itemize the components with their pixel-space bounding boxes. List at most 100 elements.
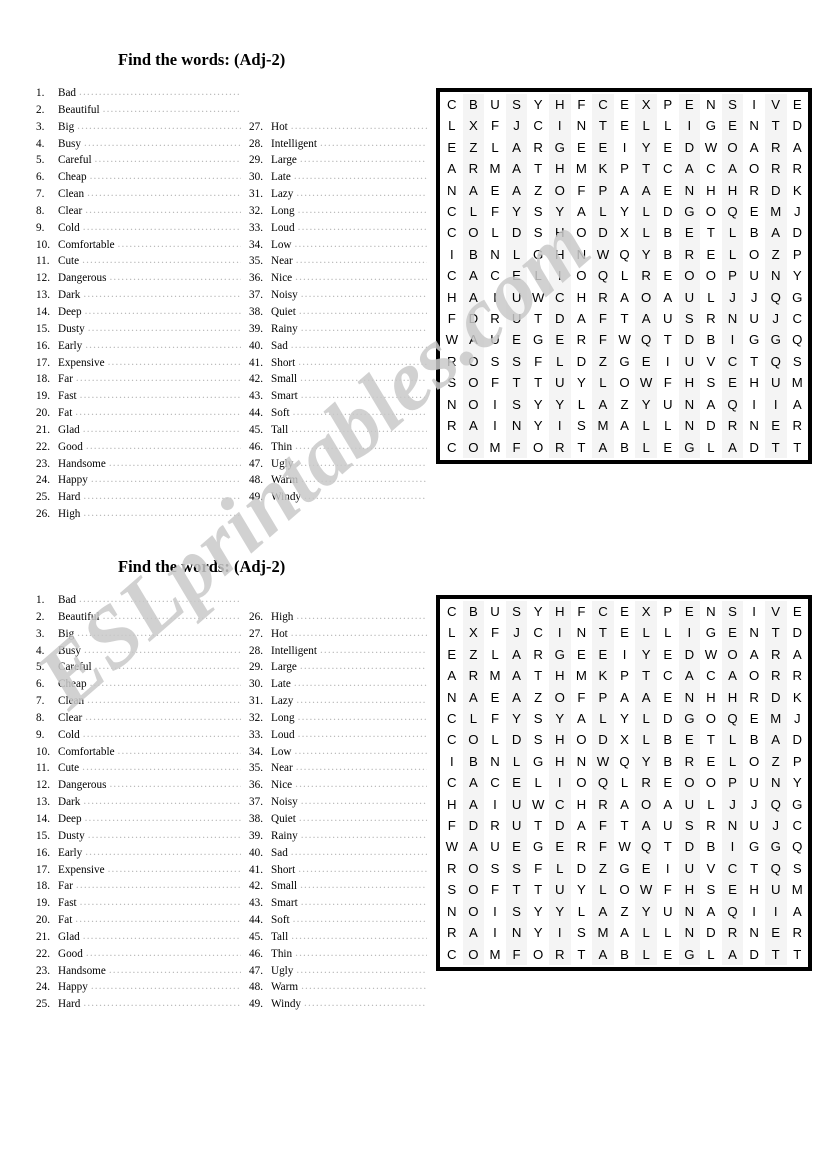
grid-cell[interactable]: W — [635, 372, 657, 394]
grid-cell[interactable]: I — [721, 836, 744, 858]
grid-cell[interactable]: E — [441, 644, 463, 665]
grid-cell[interactable]: P — [592, 179, 614, 202]
grid-cell[interactable]: L — [614, 772, 636, 793]
grid-cell[interactable]: G — [787, 794, 809, 815]
grid-cell[interactable]: A — [657, 794, 679, 815]
grid-cell[interactable]: F — [484, 879, 506, 900]
grid-cell[interactable]: G — [614, 858, 636, 879]
grid-cell[interactable]: D — [787, 115, 809, 136]
grid-cell[interactable]: F — [657, 879, 679, 900]
grid-cell[interactable]: E — [505, 836, 528, 858]
grid-cell[interactable]: A — [592, 393, 614, 416]
grid-cell[interactable]: C — [484, 265, 506, 286]
grid-cell[interactable]: W — [614, 836, 636, 857]
grid-cell[interactable]: O — [635, 793, 657, 816]
grid-cell[interactable]: T — [527, 665, 549, 686]
grid-cell[interactable]: U — [743, 772, 765, 793]
grid-cell[interactable]: N — [571, 751, 593, 772]
grid-cell[interactable]: L — [462, 201, 485, 223]
grid-cell[interactable]: W — [441, 836, 463, 857]
grid-cell[interactable]: P — [657, 601, 679, 622]
grid-cell[interactable]: S — [527, 708, 549, 729]
grid-cell[interactable]: E — [484, 180, 506, 201]
grid-cell[interactable]: Z — [527, 687, 549, 708]
grid-cell[interactable]: D — [700, 922, 722, 943]
grid-cell[interactable]: Y — [505, 708, 528, 730]
grid-cell[interactable]: U — [484, 94, 506, 115]
grid-cell[interactable]: B — [700, 836, 722, 857]
grid-cell[interactable]: T — [614, 815, 636, 836]
grid-cell[interactable]: A — [614, 922, 636, 943]
grid-cell[interactable]: D — [678, 136, 701, 159]
grid-cell[interactable]: O — [743, 665, 765, 686]
grid-cell[interactable]: G — [527, 836, 549, 857]
grid-cell[interactable]: L — [527, 265, 549, 286]
grid-cell[interactable]: N — [505, 922, 528, 944]
grid-cell[interactable]: A — [505, 665, 528, 687]
grid-cell[interactable]: C — [441, 772, 463, 793]
grid-cell[interactable]: A — [462, 922, 485, 944]
grid-cell[interactable]: D — [657, 201, 679, 222]
grid-cell[interactable]: J — [764, 308, 787, 330]
grid-cell[interactable]: E — [505, 772, 528, 794]
grid-cell[interactable]: D — [548, 308, 571, 330]
grid-cell[interactable]: L — [505, 243, 528, 266]
grid-cell[interactable]: N — [764, 772, 787, 794]
grid-cell[interactable]: L — [657, 115, 679, 136]
grid-cell[interactable]: U — [505, 308, 528, 330]
grid-cell[interactable]: T — [700, 729, 722, 750]
grid-cell[interactable]: L — [657, 922, 679, 943]
grid-cell[interactable]: Q — [635, 836, 657, 858]
grid-cell[interactable]: E — [571, 644, 593, 665]
grid-cell[interactable]: N — [743, 622, 765, 643]
grid-cell[interactable]: R — [721, 922, 744, 944]
grid-cell[interactable]: D — [462, 815, 485, 837]
grid-cell[interactable]: A — [505, 158, 528, 180]
grid-cell[interactable]: O — [462, 879, 485, 901]
grid-cell[interactable]: H — [571, 287, 593, 308]
grid-cell[interactable]: Q — [592, 772, 614, 794]
grid-cell[interactable]: C — [548, 286, 571, 309]
grid-cell[interactable]: E — [614, 622, 636, 643]
grid-cell[interactable]: O — [462, 350, 485, 373]
grid-cell[interactable]: F — [505, 943, 528, 965]
grid-cell[interactable]: G — [678, 436, 701, 458]
grid-cell[interactable]: E — [657, 265, 679, 286]
grid-cell[interactable]: D — [505, 222, 528, 244]
grid-cell[interactable]: C — [592, 94, 614, 116]
grid-cell[interactable]: L — [700, 944, 722, 965]
grid-cell[interactable]: B — [462, 601, 485, 623]
grid-cell[interactable]: E — [721, 879, 744, 901]
grid-cell[interactable]: R — [548, 943, 571, 965]
grid-cell[interactable]: X — [635, 601, 657, 623]
grid-cell[interactable]: I — [764, 900, 787, 923]
grid-cell[interactable]: G — [764, 329, 787, 351]
grid-cell[interactable]: A — [635, 815, 657, 837]
grid-cell[interactable]: C — [441, 222, 463, 243]
grid-cell[interactable]: Y — [548, 708, 571, 730]
grid-cell[interactable]: W — [527, 287, 549, 308]
grid-cell[interactable]: M — [764, 708, 787, 730]
grid-cell[interactable]: P — [592, 686, 614, 709]
grid-cell[interactable]: I — [614, 137, 636, 158]
grid-cell[interactable]: O — [462, 729, 485, 751]
grid-cell[interactable]: N — [721, 815, 744, 837]
grid-cell[interactable]: U — [657, 308, 679, 329]
grid-cell[interactable]: B — [462, 750, 485, 773]
grid-cell[interactable]: L — [721, 222, 744, 244]
grid-cell[interactable]: I — [441, 751, 463, 772]
grid-cell[interactable]: U — [743, 815, 765, 836]
grid-cell[interactable]: X — [614, 729, 636, 750]
grid-cell[interactable]: W — [635, 879, 657, 901]
grid-cell[interactable]: D — [657, 708, 679, 729]
grid-cell[interactable]: C — [548, 793, 571, 816]
grid-cell[interactable]: Q — [614, 244, 636, 265]
grid-cell[interactable]: S — [505, 601, 528, 623]
grid-cell[interactable]: H — [678, 879, 701, 901]
grid-cell[interactable]: Y — [548, 393, 571, 416]
grid-cell[interactable]: M — [592, 415, 614, 437]
grid-cell[interactable]: O — [571, 729, 593, 750]
grid-cell[interactable]: Z — [462, 136, 485, 159]
grid-cell[interactable]: L — [484, 729, 506, 750]
grid-cell[interactable]: U — [743, 308, 765, 329]
